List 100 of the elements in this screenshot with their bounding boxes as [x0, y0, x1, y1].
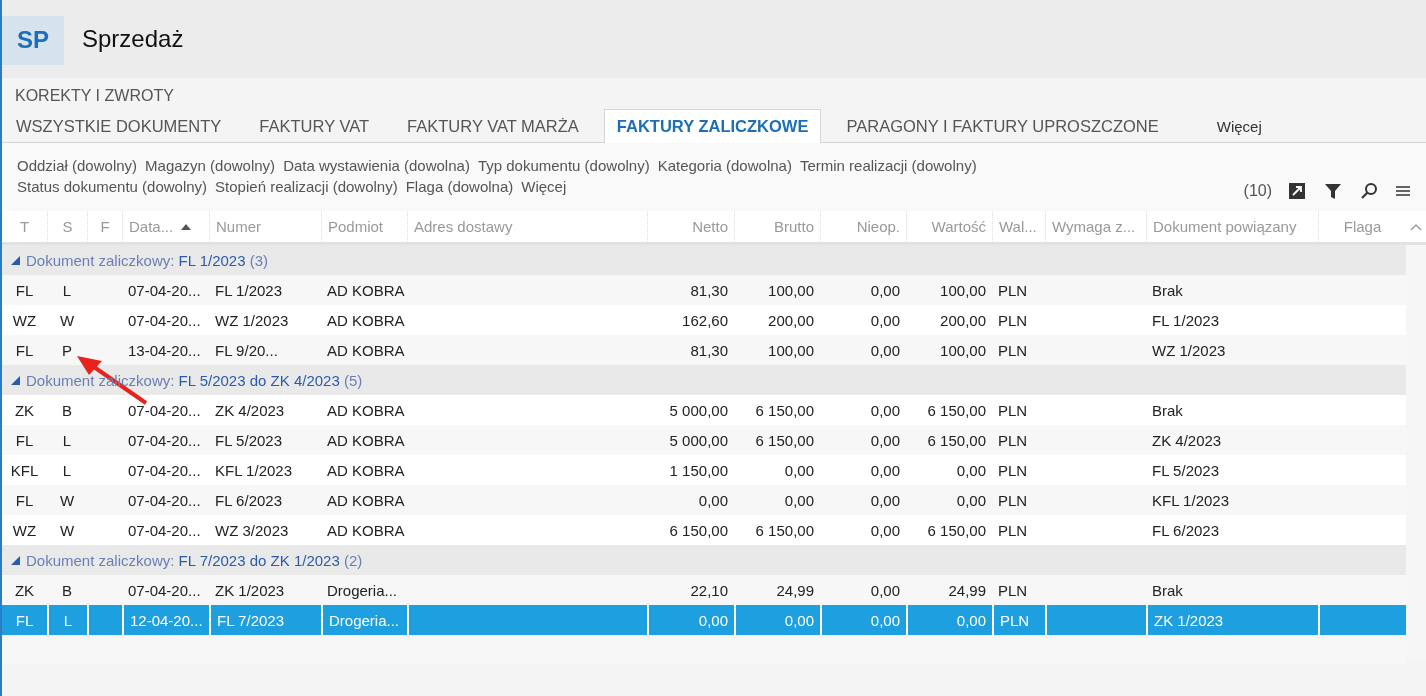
table-cell: 200,00: [940, 311, 986, 329]
section-label: KOREKTY I ZWROTY: [14, 86, 175, 104]
table-cell: W: [59, 491, 75, 509]
table-cell: FL 5/2023: [215, 431, 282, 449]
table-cell: 6 150,00: [927, 431, 986, 449]
table-cell: AD KOBRA: [327, 341, 405, 359]
table-cell: Drogeria...: [327, 581, 398, 599]
collapse-triangle-icon[interactable]: [11, 375, 20, 385]
table-cell: 100,00: [940, 341, 986, 359]
filter-link[interactable]: Flaga (dowolna): [402, 176, 517, 196]
table-cell: 81,30: [690, 341, 728, 359]
table-cell: FL: [15, 611, 34, 629]
table-cell: 100,00: [768, 281, 814, 299]
collapse-triangle-icon[interactable]: [11, 255, 20, 265]
module-badge[interactable]: SP: [2, 15, 64, 65]
table-cell: AD KOBRA: [327, 521, 405, 539]
table-cell: Drogeria...: [329, 611, 400, 629]
table-cell: L: [62, 461, 72, 479]
tab[interactable]: PARAGONY I FAKTURY UPROSZCZONE: [833, 109, 1172, 142]
table-cell: FL: [15, 491, 34, 509]
table-cell: AD KOBRA: [327, 491, 405, 509]
filter-link[interactable]: Kategoria (dowolna): [654, 155, 795, 175]
filter-link[interactable]: Data wystawienia (dowolna): [280, 155, 473, 175]
collapse-triangle-icon[interactable]: [11, 555, 20, 565]
table-row[interactable]: KFL L 07-04-20... KFL 1/2023 AD KOBRA 1 150,00 0,00 0,00 0,00 PLN FL 5/2023: [2, 455, 1406, 485]
filter-link[interactable]: Termin realizacji (dowolny): [796, 155, 980, 175]
table-cell: 6 150,00: [927, 521, 986, 539]
table-cell: L: [62, 431, 72, 449]
group-label: Dokument zaliczkowy: FL 7/2023 do ZK 1/2023 (2): [26, 551, 363, 569]
table-cell: KFL 1/2023: [1152, 491, 1229, 509]
tab[interactable]: Więcej: [1203, 109, 1275, 142]
table-cell: 0,00: [698, 611, 728, 629]
table-row[interactable]: ZK B 07-04-20... ZK 4/2023 AD KOBRA 5 000,00 6 150,00 0,00 6 150,00 PLN Brak: [2, 395, 1406, 425]
group-row[interactable]: Dokument zaliczkowy: FL 7/2023 do ZK 1/2023 (2): [2, 545, 1406, 575]
table-cell: ZK 4/2023: [215, 401, 285, 419]
tab[interactable]: FAKTURY VAT MARŻA: [394, 109, 592, 142]
table-cell: 0,00: [870, 521, 900, 539]
table-cell: 0,00: [784, 611, 814, 629]
tab[interactable]: FAKTURY ZALICZKOWE: [603, 109, 822, 143]
table-cell: 0,00: [870, 341, 900, 359]
filter-link[interactable]: Stopień realizacji (dowolny): [212, 176, 401, 196]
tab[interactable]: WSZYSTKIE DOKUMENTY: [3, 109, 235, 142]
tab[interactable]: FAKTURY VAT: [246, 109, 383, 142]
table-cell: WZ: [12, 311, 37, 329]
table-cell: 0,00: [784, 461, 814, 479]
filter-link[interactable]: Więcej: [518, 176, 570, 196]
table-row[interactable]: WZ W 07-04-20... WZ 3/2023 AD KOBRA 6 150,00 6 150,00 0,00 6 150,00 PLN FL 6/2023: [2, 515, 1406, 545]
table-cell: 0,00: [870, 611, 900, 629]
filter-link[interactable]: Status dokumentu (dowolny): [14, 176, 211, 196]
table-cell: 0,00: [870, 461, 900, 479]
table-cell: FL: [15, 431, 34, 449]
table-cell: PLN: [1000, 611, 1030, 629]
table-cell: KFL 1/2023: [215, 461, 292, 479]
filter-link[interactable]: Magazyn (dowolny): [142, 155, 279, 175]
table-cell: 07-04-20...: [128, 461, 201, 479]
table-cell: FL 1/2023: [1152, 311, 1219, 329]
table-cell: 6 150,00: [755, 431, 814, 449]
table-cell: PLN: [998, 491, 1028, 509]
table-cell: PLN: [998, 461, 1028, 479]
group-label: Dokument zaliczkowy: FL 1/2023 (3): [26, 251, 269, 269]
table-cell: PLN: [998, 431, 1028, 449]
table-cell: 81,30: [690, 281, 728, 299]
table-cell: Brak: [1152, 581, 1183, 599]
table-cell: PLN: [998, 521, 1028, 539]
table-cell: WZ 3/2023: [215, 521, 289, 539]
table-row[interactable]: WZ W 07-04-20... WZ 1/2023 AD KOBRA 162,60 200,00 0,00 200,00 PLN FL 1/2023: [2, 305, 1406, 335]
table-cell: 0,00: [956, 611, 986, 629]
table-cell: FL: [15, 341, 34, 359]
filter-link[interactable]: Typ dokumentu (dowolny): [474, 155, 653, 175]
table-cell: 0,00: [870, 431, 900, 449]
table-cell: PLN: [998, 401, 1028, 419]
table-cell: 22,10: [690, 581, 728, 599]
table-cell: 13-04-20...: [128, 341, 201, 359]
table-cell: 0,00: [870, 401, 900, 419]
table-cell: WZ 1/2023: [1152, 341, 1226, 359]
table-cell: 07-04-20...: [128, 491, 201, 509]
table-cell: PLN: [998, 281, 1028, 299]
table-cell: PLN: [998, 341, 1028, 359]
table-cell: 200,00: [768, 311, 814, 329]
table-cell: P: [62, 341, 72, 359]
table-cell: FL 7/2023: [217, 611, 284, 629]
table-cell: Brak: [1152, 401, 1183, 419]
table-cell: ZK: [14, 581, 35, 599]
table-cell: FL 6/2023: [1152, 521, 1219, 539]
table-cell: FL 9/20...: [215, 341, 278, 359]
record-count: (10): [1243, 182, 1272, 200]
table-cell: FL 6/2023: [215, 491, 282, 509]
table-cell: ZK 1/2023: [215, 581, 285, 599]
table-cell: AD KOBRA: [327, 431, 405, 449]
table-cell: 0,00: [870, 581, 900, 599]
table-cell: 6 150,00: [755, 401, 814, 419]
table-cell: 0,00: [784, 491, 814, 509]
table-cell: 24,99: [776, 581, 814, 599]
group-row[interactable]: Dokument zaliczkowy: FL 1/2023 (3): [2, 245, 1406, 275]
table-cell: 6 150,00: [927, 401, 986, 419]
table-cell: 6 150,00: [669, 521, 728, 539]
table-cell: 07-04-20...: [128, 521, 201, 539]
table-cell: 24,99: [948, 581, 986, 599]
table-cell: 0,00: [870, 311, 900, 329]
filter-link[interactable]: Oddział (dowolny): [14, 155, 141, 175]
